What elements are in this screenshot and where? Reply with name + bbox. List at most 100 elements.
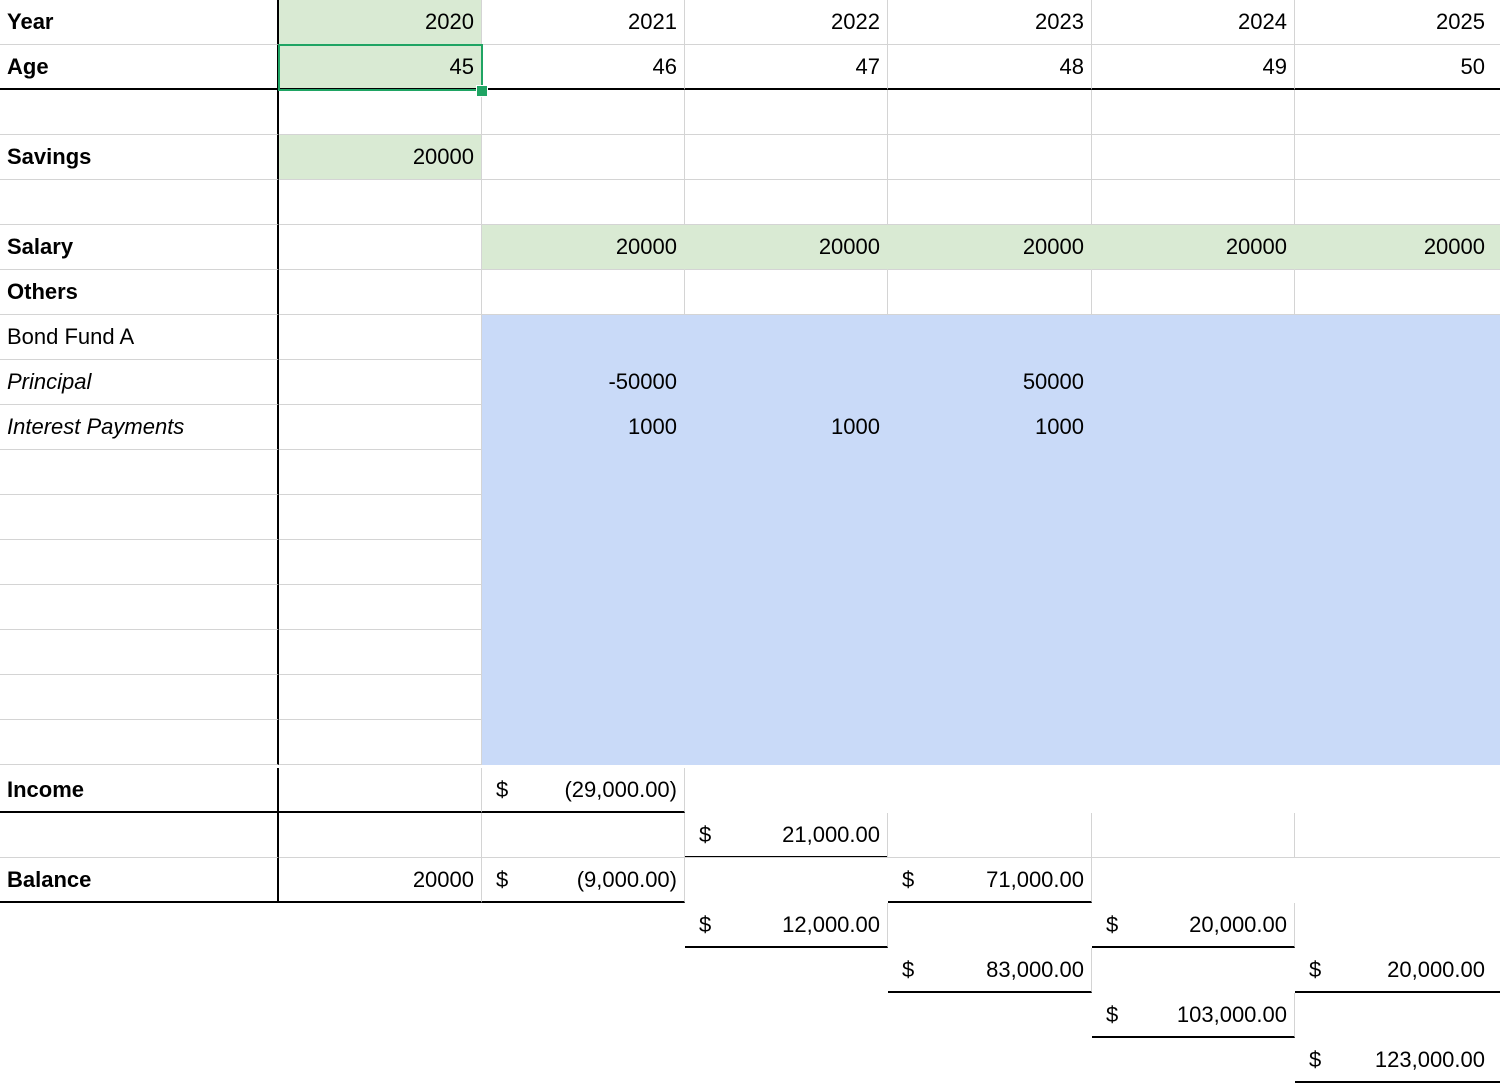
interest-2021-cell[interactable]: 1000 [482,405,685,450]
empty-cell[interactable] [279,813,482,858]
empty-cell[interactable] [279,540,482,585]
bond-cell[interactable] [888,720,1092,765]
bond-cell[interactable] [1295,540,1500,585]
interest-2025-cell[interactable] [1295,405,1500,450]
bond-cell[interactable] [1295,630,1500,675]
bond-cell[interactable] [888,540,1092,585]
year-label[interactable]: Year [0,0,279,45]
empty-cell[interactable] [482,135,685,180]
bond-cell[interactable] [1092,630,1295,675]
bond-cell[interactable] [482,315,685,360]
income-2025-cell[interactable]: $ 20,000.00 [1295,948,1500,993]
salary-2022-cell[interactable]: 20000 [685,225,888,270]
empty-cell[interactable] [0,675,279,720]
empty-cell[interactable] [1295,135,1500,180]
empty-cell[interactable] [1092,180,1295,225]
balance-2020-cell[interactable]: 20000 [279,858,482,903]
income-label[interactable]: Income [0,768,279,813]
bond-cell[interactable] [1295,585,1500,630]
bond-cell[interactable] [888,495,1092,540]
year-2021-cell[interactable]: 2021 [482,0,685,45]
age-2021-cell[interactable]: 46 [482,45,685,90]
empty-cell[interactable] [1295,270,1500,315]
empty-cell[interactable] [279,360,482,405]
salary-2021-cell[interactable]: 20000 [482,225,685,270]
bond-cell[interactable] [482,630,685,675]
balance-2022-cell[interactable]: $ 12,000.00 [685,903,888,948]
bond-cell[interactable] [685,630,888,675]
salary-2024-cell[interactable]: 20000 [1092,225,1295,270]
bond-cell[interactable] [1295,450,1500,495]
bond-cell[interactable] [482,720,685,765]
empty-cell[interactable] [1295,813,1500,858]
empty-cell[interactable] [0,630,279,675]
empty-cell[interactable] [685,270,888,315]
empty-cell[interactable] [279,225,482,270]
bond-cell[interactable] [1092,675,1295,720]
bond-cell[interactable] [888,450,1092,495]
age-2022-cell[interactable]: 47 [685,45,888,90]
empty-cell[interactable] [0,180,279,225]
empty-cell[interactable] [0,90,279,135]
bond-cell[interactable] [685,540,888,585]
age-2025-cell[interactable]: 50 [1295,45,1500,90]
principal-label[interactable]: Principal [0,360,279,405]
empty-cell[interactable] [685,135,888,180]
interest-label[interactable]: Interest Payments [0,405,279,450]
empty-cell[interactable] [0,540,279,585]
principal-2021-cell[interactable]: -50000 [482,360,685,405]
empty-cell[interactable] [279,405,482,450]
empty-cell[interactable] [0,720,279,765]
empty-cell[interactable] [1092,90,1295,135]
income-2021-cell[interactable]: $ (29,000.00) [482,768,685,813]
bond-cell[interactable] [685,450,888,495]
year-2020-cell[interactable]: 2020 [279,0,482,45]
fill-handle[interactable] [476,85,488,97]
empty-cell[interactable] [888,135,1092,180]
bond-cell[interactable] [482,540,685,585]
age-2023-cell[interactable]: 48 [888,45,1092,90]
empty-cell[interactable] [279,495,482,540]
bond-cell[interactable] [1295,315,1500,360]
age-label[interactable]: Age [0,45,279,90]
empty-cell[interactable] [482,270,685,315]
principal-2023-cell[interactable]: 50000 [888,360,1092,405]
empty-cell[interactable] [0,495,279,540]
empty-cell[interactable] [482,90,685,135]
empty-cell[interactable] [279,720,482,765]
empty-cell[interactable] [1092,135,1295,180]
balance-2025-cell[interactable]: $ 123,000.00 [1295,1038,1500,1083]
empty-cell[interactable] [279,675,482,720]
bond-cell[interactable] [888,315,1092,360]
empty-cell[interactable] [279,270,482,315]
bond-cell[interactable] [1092,450,1295,495]
empty-cell[interactable] [279,315,482,360]
income-2024-cell[interactable]: $ 20,000.00 [1092,903,1295,948]
others-label[interactable]: Others [0,270,279,315]
bond-cell[interactable] [482,675,685,720]
empty-cell[interactable] [685,90,888,135]
principal-2025-cell[interactable] [1295,360,1500,405]
bond-cell[interactable] [685,585,888,630]
interest-2022-cell[interactable]: 1000 [685,405,888,450]
bond-cell[interactable] [1092,720,1295,765]
bond-cell[interactable] [888,630,1092,675]
empty-cell[interactable] [888,90,1092,135]
year-2023-cell[interactable]: 2023 [888,0,1092,45]
empty-cell[interactable] [685,813,888,858]
salary-label[interactable]: Salary [0,225,279,270]
empty-cell[interactable] [888,270,1092,315]
age-2020-cell[interactable]: 45 [279,45,482,90]
interest-2024-cell[interactable] [1092,405,1295,450]
bond-cell[interactable] [685,675,888,720]
year-2022-cell[interactable]: 2022 [685,0,888,45]
empty-cell[interactable] [279,585,482,630]
bond-cell[interactable] [482,585,685,630]
savings-label[interactable]: Savings [0,135,279,180]
empty-cell[interactable] [1295,90,1500,135]
principal-2022-cell[interactable] [685,360,888,405]
principal-2024-cell[interactable] [1092,360,1295,405]
salary-2025-cell[interactable]: 20000 [1295,225,1500,270]
bond-cell[interactable] [482,495,685,540]
empty-cell[interactable] [482,180,685,225]
